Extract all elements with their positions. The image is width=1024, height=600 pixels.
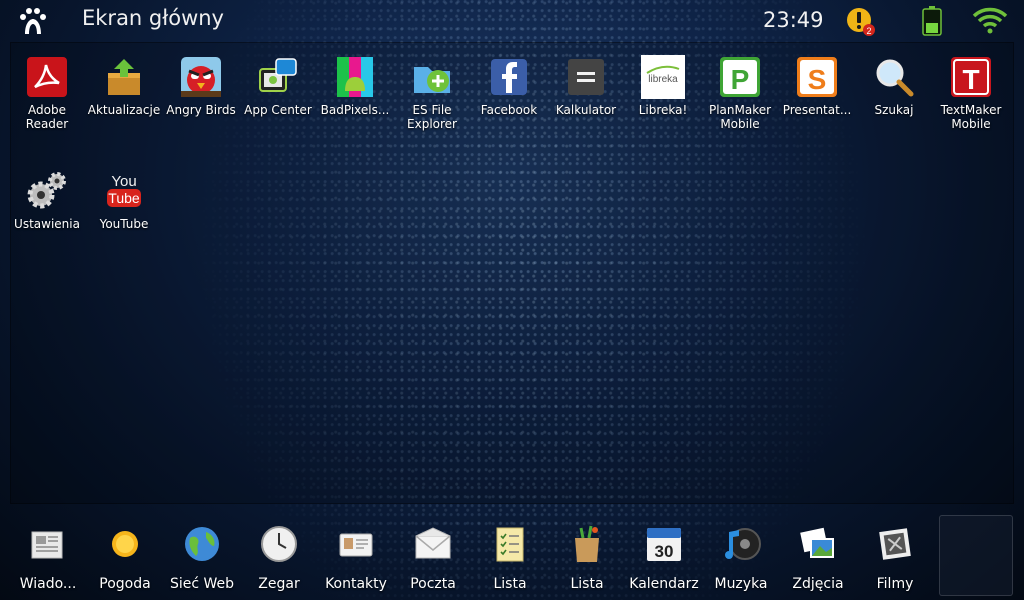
app-youtube[interactable]: You Tube YouTube — [85, 157, 163, 231]
home-workspace: Adobe Reader Aktualizacje Angry Birds Ap… — [10, 42, 1014, 504]
app-label: Adobe Reader — [25, 103, 69, 131]
textmaker-letter: T — [962, 64, 979, 95]
libreka-icon: libreka — [641, 55, 685, 99]
app-ustawienia[interactable]: Ustawienia — [8, 157, 86, 231]
update-box-icon — [108, 59, 140, 95]
textmaker-icon: T — [951, 57, 991, 97]
app-label: ES File Explorer — [407, 103, 457, 131]
dock-item-contacts[interactable]: Kontakty — [317, 508, 395, 592]
presentations-icon: S — [797, 57, 837, 97]
app-label: BadPixels... — [320, 103, 390, 117]
youtube-logo-tube: Tube — [108, 190, 140, 206]
planmaker-letter: P — [731, 64, 750, 95]
dock-item-mail[interactable]: Poczta — [394, 508, 472, 592]
app-label: Libreka! — [638, 103, 688, 117]
checklist-icon — [496, 527, 524, 562]
app-label: App Center — [244, 103, 312, 117]
screen-title: Ekran główny — [82, 6, 224, 30]
music-icon — [725, 528, 761, 560]
contacts-card-icon — [339, 533, 373, 557]
app-label: Aktualizacje — [87, 103, 161, 117]
app-label: TextMaker Mobile — [940, 103, 1002, 131]
dock-item-list[interactable]: Lista — [471, 508, 549, 592]
app-label: PlanMaker Mobile — [708, 103, 772, 131]
notification-warning-icon[interactable]: 2 — [846, 7, 876, 37]
home-logo-icon[interactable] — [16, 4, 50, 38]
dock-item-calendar[interactable]: 30 Kalendarz — [625, 508, 703, 592]
app-app-center[interactable]: App Center — [239, 43, 317, 117]
status-clock: 23:49 — [763, 8, 824, 32]
dock-label: Pogoda — [99, 576, 151, 592]
app-label: Facebook — [480, 103, 538, 117]
dock-label: Wiado... — [19, 576, 77, 592]
app-planmaker[interactable]: P PlanMaker Mobile — [701, 43, 779, 131]
app-label: Ustawienia — [14, 217, 80, 231]
app-szukaj[interactable]: Szukaj — [855, 43, 933, 117]
dock-item-news[interactable]: Wiado... — [9, 508, 87, 592]
battery-icon — [922, 6, 942, 36]
app-textmaker[interactable]: T TextMaker Mobile — [932, 43, 1010, 131]
dock-label: Kalendarz — [629, 576, 699, 592]
calendar-icon: 30 — [647, 528, 681, 561]
dock-item-clock[interactable]: Zegar — [240, 508, 318, 592]
dock-item-photos[interactable]: Zdjęcia — [779, 508, 857, 592]
photos-icon — [800, 527, 834, 558]
dock-item-browser[interactable]: Sieć Web — [163, 508, 241, 592]
calendar-day-number: 30 — [655, 542, 674, 561]
libreka-logo-text: libreka — [648, 74, 678, 85]
all-apps-button[interactable] — [939, 515, 1013, 596]
dock-label: Zdjęcia — [792, 576, 844, 592]
app-center-icon — [259, 58, 297, 92]
clock-icon — [261, 526, 297, 562]
dock-label: Lista — [570, 576, 604, 592]
planmaker-icon: P — [720, 57, 760, 97]
dock-item-music[interactable]: Muzyka — [702, 508, 780, 592]
dock-label: Lista — [493, 576, 527, 592]
globe-icon — [185, 527, 219, 561]
app-presentations[interactable]: S Presentat... — [778, 43, 856, 117]
es-file-explorer-icon — [414, 67, 450, 93]
dock-item-videos[interactable]: Filmy — [856, 508, 934, 592]
weather-sun-icon — [112, 531, 138, 557]
dock-label: Sieć Web — [169, 576, 235, 592]
news-icon — [31, 531, 63, 559]
dock-label: Muzyka — [714, 576, 768, 592]
youtube-icon: You Tube — [107, 173, 141, 207]
notification-count-badge: 2 — [866, 26, 871, 36]
search-icon — [876, 59, 914, 97]
app-es-file-explorer[interactable]: ES File Explorer — [393, 43, 471, 131]
app-facebook[interactable]: Facebook — [470, 43, 548, 117]
app-label: Presentat... — [782, 103, 852, 117]
adobe-reader-icon — [27, 57, 67, 97]
youtube-logo-you: You — [111, 173, 136, 190]
dock-item-weather[interactable]: Pogoda — [86, 508, 164, 592]
app-angry-birds[interactable]: Angry Birds — [162, 43, 240, 117]
dock-label: Zegar — [258, 576, 300, 592]
dock-label: Kontakty — [325, 576, 387, 592]
app-adobe-reader[interactable]: Adobe Reader — [8, 43, 86, 131]
app-libreka[interactable]: libreka Libreka! — [624, 43, 702, 117]
calculator-icon — [568, 59, 604, 95]
dock-item-list-2[interactable]: Lista — [548, 508, 626, 592]
app-label: Angry Birds — [166, 103, 236, 117]
settings-gears-icon — [27, 172, 66, 209]
dock-label: Filmy — [876, 576, 914, 592]
dock-bar: Wiado... Pogoda Sieć Web Zegar Kontakty — [0, 508, 1024, 600]
status-bar: Ekran główny 23:49 2 — [0, 0, 1024, 42]
badpixels-icon — [337, 57, 373, 97]
app-label: YouTube — [99, 217, 149, 231]
angry-birds-icon — [181, 57, 221, 97]
app-label: Kalkulator — [555, 103, 617, 117]
presentations-letter: S — [808, 64, 827, 95]
mail-envelope-icon — [415, 527, 451, 559]
app-kalkulator[interactable]: Kalkulator — [547, 43, 625, 117]
dock-label: Poczta — [410, 576, 456, 592]
app-aktualizacje[interactable]: Aktualizacje — [85, 43, 163, 117]
app-label: Szukaj — [874, 103, 914, 117]
shopping-bag-icon — [575, 525, 599, 562]
wifi-signal-icon — [972, 7, 1008, 34]
facebook-icon — [491, 59, 527, 95]
film-icon — [879, 528, 911, 560]
app-badpixels[interactable]: BadPixels... — [316, 43, 394, 117]
